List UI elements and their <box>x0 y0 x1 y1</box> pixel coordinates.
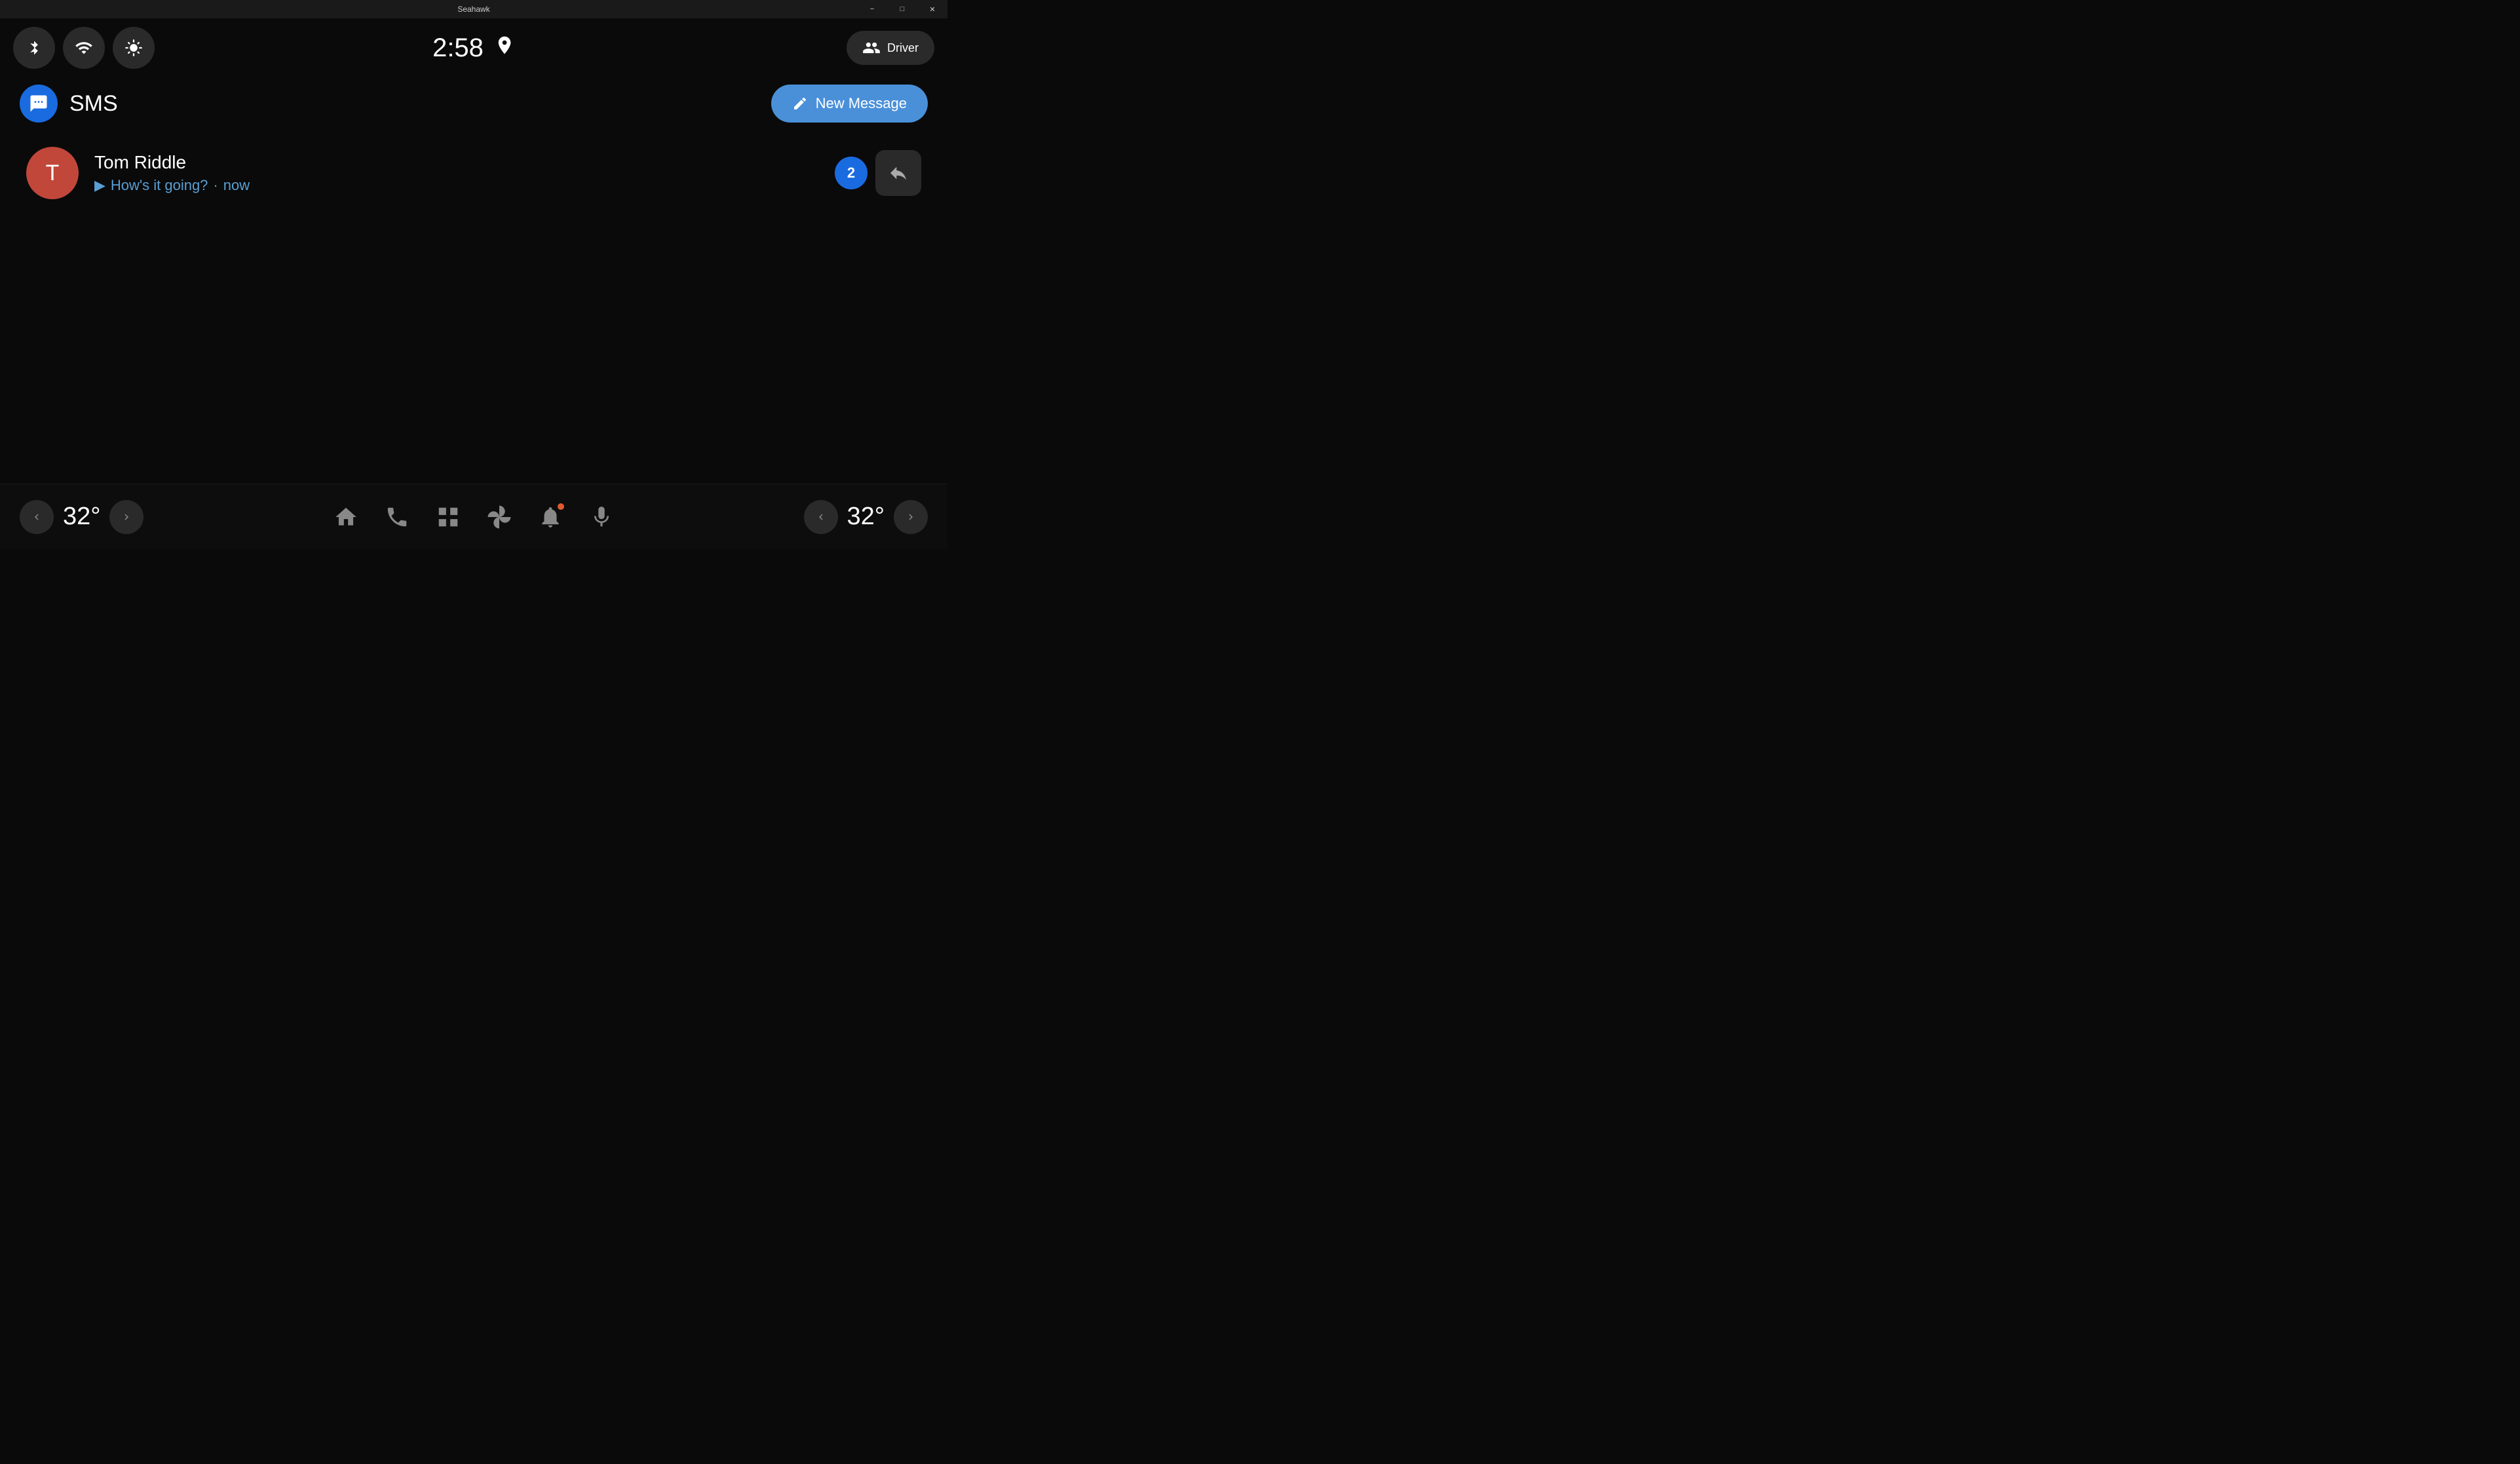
bottom-left: 32° <box>20 500 143 534</box>
maximize-button[interactable]: □ <box>887 0 917 18</box>
message-content: Tom Riddle ▶ How's it going? · now <box>94 152 822 194</box>
reply-icon <box>888 163 909 183</box>
contact-name: Tom Riddle <box>94 152 822 173</box>
contact-avatar: T <box>26 147 79 199</box>
chevron-left-2-icon <box>815 511 827 523</box>
brightness-button[interactable] <box>113 27 155 69</box>
message-preview: ▶ How's it going? · now <box>94 177 822 194</box>
fan-button[interactable] <box>487 505 512 530</box>
wifi-icon <box>75 39 93 57</box>
chevron-right-2-icon <box>905 511 917 523</box>
current-time: 2:58 <box>432 33 484 63</box>
close-button[interactable]: ✕ <box>917 0 947 18</box>
bottom-bar: 32° <box>0 484 947 549</box>
pencil-icon <box>792 96 808 111</box>
sms-icon <box>29 94 48 113</box>
bluetooth-icon <box>25 39 43 57</box>
window-controls: − □ ✕ <box>857 0 947 18</box>
message-actions: 2 <box>835 150 921 196</box>
minimize-button[interactable]: − <box>857 0 887 18</box>
notification-dot <box>558 503 564 510</box>
status-center: 2:58 <box>432 33 515 63</box>
fan-icon <box>487 505 512 530</box>
unread-badge: 2 <box>835 157 868 189</box>
mic-button[interactable] <box>589 505 614 530</box>
new-message-label: New Message <box>816 95 907 112</box>
home-icon <box>334 505 358 530</box>
chevron-left-icon <box>31 511 43 523</box>
driver-label: Driver <box>887 41 919 55</box>
grid-icon <box>436 505 461 530</box>
reply-button[interactable] <box>875 150 921 196</box>
sms-app-icon <box>20 85 58 123</box>
bell-button[interactable] <box>538 505 563 530</box>
message-time: now <box>223 177 250 194</box>
preview-text: How's it going? <box>111 177 208 194</box>
status-bar: 2:58 Driver <box>0 18 947 77</box>
temp-left-next-button[interactable] <box>109 500 143 534</box>
temp-right-prev-button[interactable] <box>804 500 838 534</box>
window-title: Seahawk <box>457 5 489 14</box>
title-bar: Seahawk − □ ✕ <box>0 0 947 18</box>
message-list: T Tom Riddle ▶ How's it going? · now 2 <box>0 130 947 216</box>
app-title: SMS <box>69 91 118 117</box>
play-icon: ▶ <box>94 177 105 194</box>
wifi-button[interactable] <box>63 27 105 69</box>
brightness-icon <box>124 39 143 57</box>
status-left-controls <box>13 27 155 69</box>
phone-button[interactable] <box>385 505 410 530</box>
grid-button[interactable] <box>436 505 461 530</box>
new-message-button[interactable]: New Message <box>771 85 928 123</box>
temp-right: 32° <box>847 503 885 531</box>
status-right-controls: Driver <box>847 31 934 65</box>
app-header: SMS New Message <box>0 77 947 130</box>
bottom-center-nav <box>334 505 614 530</box>
preview-dot: · <box>213 177 218 194</box>
temp-right-next-button[interactable] <box>894 500 928 534</box>
message-item[interactable]: T Tom Riddle ▶ How's it going? · now 2 <box>13 136 934 210</box>
temp-left: 32° <box>63 503 100 531</box>
temp-left-prev-button[interactable] <box>20 500 54 534</box>
home-button[interactable] <box>334 505 358 530</box>
driver-button[interactable]: Driver <box>847 31 934 65</box>
bluetooth-button[interactable] <box>13 27 55 69</box>
location-icon <box>494 35 515 61</box>
phone-icon <box>385 505 410 530</box>
bottom-right: 32° <box>804 500 928 534</box>
driver-icon <box>862 39 881 57</box>
chevron-right-icon <box>121 511 132 523</box>
mic-icon <box>589 505 614 530</box>
